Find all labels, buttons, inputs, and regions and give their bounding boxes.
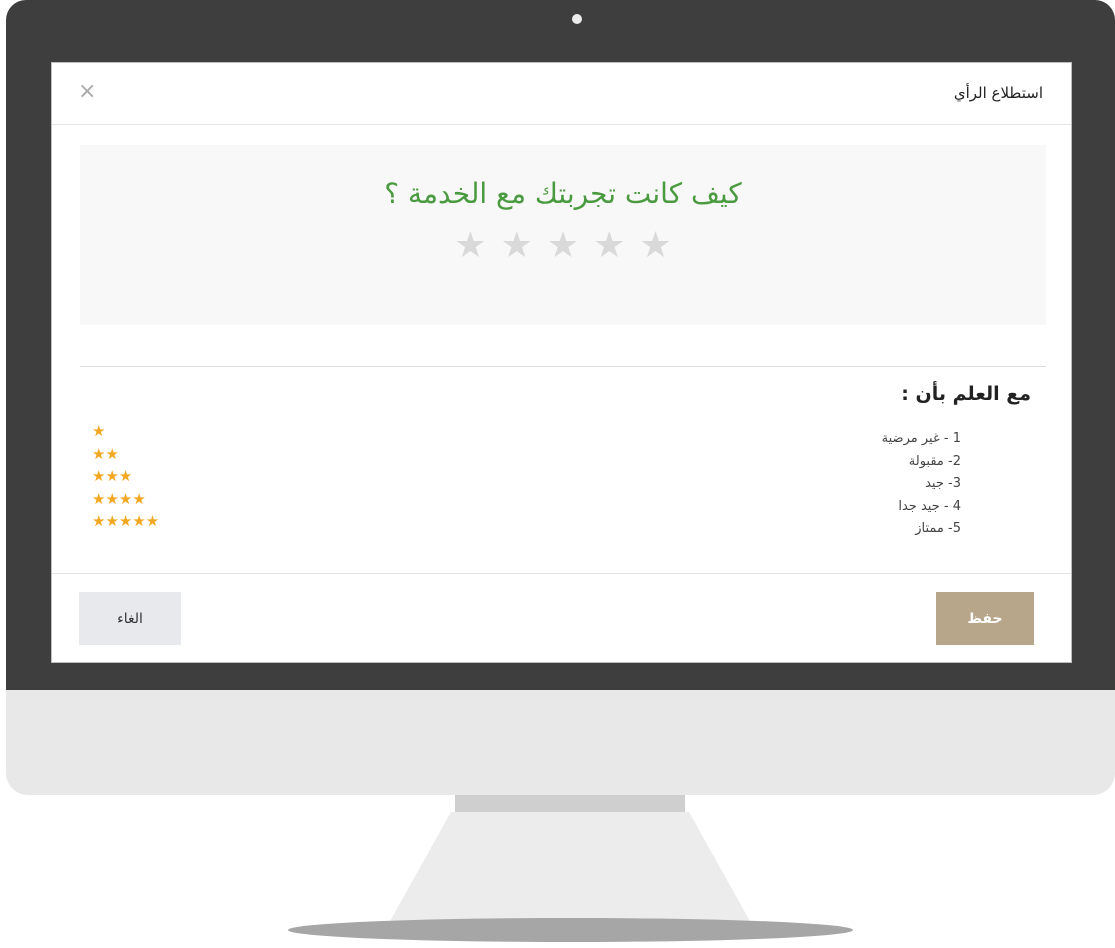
monitor-mockup: استطلاع الرأي × كيف كانت تجربتك مع الخدم…: [0, 0, 1115, 948]
five-stars-icon: ★★★★★: [92, 512, 160, 530]
close-icon[interactable]: ×: [78, 79, 96, 104]
three-stars-icon: ★★★: [92, 467, 133, 485]
camera-dot: [572, 14, 582, 24]
star-2-icon[interactable]: ★: [593, 228, 625, 264]
star-3-icon[interactable]: ★: [547, 228, 579, 264]
legend-item-5: 5- ممتاز: [915, 521, 961, 536]
legend-title: مع العلم بأن :: [901, 383, 1031, 405]
rating-question: كيف كانت تجربتك مع الخدمة ؟: [384, 177, 742, 210]
modal-title: استطلاع الرأي: [953, 84, 1043, 102]
save-button[interactable]: حفظ: [936, 592, 1034, 645]
legend-star-scale: ★ ★★ ★★★ ★★★★ ★★★★★: [92, 420, 159, 533]
legend-item-1: 1 - غير مرضية: [881, 431, 961, 446]
one-star-icon: ★: [92, 422, 106, 440]
modal-header: استطلاع الرأي ×: [52, 63, 1071, 125]
legend-item-4: 4 - جيد جدا: [898, 498, 961, 514]
monitor-neck: [455, 795, 685, 813]
legend-item-2: 2- مقبولة: [908, 453, 961, 469]
star-5-icon[interactable]: ★: [454, 228, 486, 264]
two-stars-icon: ★★: [92, 444, 119, 463]
star-1-icon[interactable]: ★: [639, 228, 671, 264]
survey-modal: استطلاع الرأي × كيف كانت تجربتك مع الخدم…: [51, 62, 1072, 663]
four-stars-icon: ★★★★: [92, 489, 146, 508]
section-divider: [80, 366, 1046, 367]
legend-item-3: 3- جيد: [925, 476, 961, 491]
monitor-stand: [384, 812, 756, 932]
modal-footer: حفظ الغاء: [52, 573, 1071, 662]
legend-list: 1 - غير مرضية 2- مقبولة 3- جيد 4 - جيد ج…: [882, 428, 961, 541]
cancel-button[interactable]: الغاء: [79, 592, 181, 645]
star-4-icon[interactable]: ★: [501, 228, 533, 264]
rating-stars: ★ ★ ★ ★ ★: [80, 228, 1046, 264]
stand-shadow: [288, 918, 853, 942]
rating-panel: كيف كانت تجربتك مع الخدمة ؟ ★ ★ ★ ★ ★: [80, 145, 1046, 325]
monitor-chin: [6, 690, 1115, 795]
